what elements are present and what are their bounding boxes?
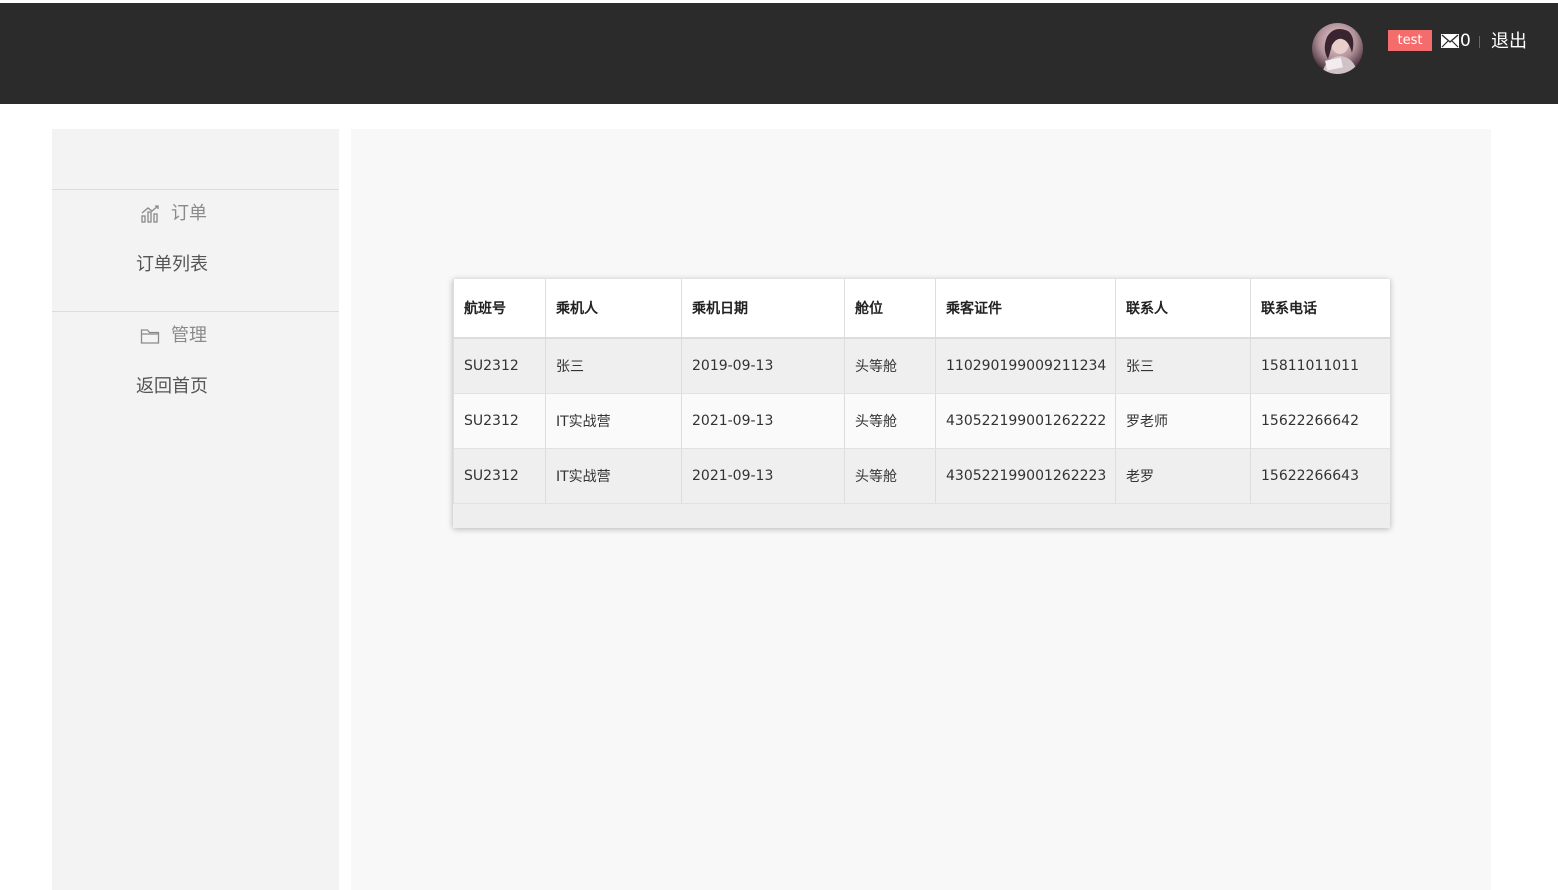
orders-table: 航班号 乘机人 乘机日期 舱位 乘客证件 联系人 联系电话 SU2312 张三 … bbox=[453, 279, 1391, 504]
table-row[interactable]: SU2312 IT实战营 2021-09-13 头等舱 430522199001… bbox=[453, 448, 1391, 504]
sidebar: 订单 订单列表 管理 返回首页 bbox=[52, 129, 339, 890]
table-cell: IT实战营 bbox=[545, 448, 682, 504]
table-cell: 头等舱 bbox=[844, 393, 936, 449]
table-cell: 头等舱 bbox=[844, 338, 936, 394]
column-header-contact: 联系人 bbox=[1115, 279, 1251, 339]
avatar-image-icon bbox=[1322, 29, 1358, 74]
table-cell: 头等舱 bbox=[844, 448, 936, 504]
orders-table-card: 航班号 乘机人 乘机日期 舱位 乘客证件 联系人 联系电话 SU2312 张三 … bbox=[453, 279, 1391, 528]
table-header-row: 航班号 乘机人 乘机日期 舱位 乘客证件 联系人 联系电话 bbox=[453, 279, 1391, 339]
top-header: test 0 退出 bbox=[0, 3, 1558, 104]
table-cell: 430522199001262222 bbox=[935, 393, 1116, 449]
sidebar-item-order-list[interactable]: 订单列表 bbox=[136, 250, 208, 280]
table-cell: SU2312 bbox=[453, 393, 546, 449]
table-cell: 张三 bbox=[1115, 338, 1251, 394]
main-content: 航班号 乘机人 乘机日期 舱位 乘客证件 联系人 联系电话 SU2312 张三 … bbox=[351, 129, 1491, 890]
header-divider bbox=[1479, 36, 1480, 48]
table-cell: 2021-09-13 bbox=[681, 448, 845, 504]
sidebar-group-label: 订单 bbox=[171, 203, 207, 224]
table-cell: 15811011011 bbox=[1250, 338, 1391, 394]
table-cell: 2021-09-13 bbox=[681, 393, 845, 449]
sidebar-divider bbox=[52, 189, 339, 190]
table-cell: 2019-09-13 bbox=[681, 338, 845, 394]
table-row[interactable]: SU2312 张三 2019-09-13 头等舱 110290199009211… bbox=[453, 338, 1391, 394]
message-count[interactable]: 0 bbox=[1460, 29, 1471, 53]
sidebar-divider bbox=[52, 311, 339, 312]
table-cell: 15622266642 bbox=[1250, 393, 1391, 449]
sidebar-item-back-home[interactable]: 返回首页 bbox=[136, 372, 208, 402]
table-cell: 110290199009211234 bbox=[935, 338, 1116, 394]
sidebar-group-label: 管理 bbox=[171, 325, 207, 346]
mail-icon[interactable] bbox=[1441, 34, 1459, 48]
table-cell: 老罗 bbox=[1115, 448, 1251, 504]
table-cell: 罗老师 bbox=[1115, 393, 1251, 449]
table-cell: 张三 bbox=[545, 338, 682, 394]
table-cell: SU2312 bbox=[453, 338, 546, 394]
table-cell: IT实战营 bbox=[545, 393, 682, 449]
bar-chart-icon bbox=[141, 205, 159, 223]
table-cell: 15622266643 bbox=[1250, 448, 1391, 504]
table-cell: 430522199001262223 bbox=[935, 448, 1116, 504]
logout-link[interactable]: 退出 bbox=[1491, 29, 1527, 55]
column-header-cabin: 舱位 bbox=[844, 279, 936, 339]
table-cell: SU2312 bbox=[453, 448, 546, 504]
user-avatar[interactable] bbox=[1312, 23, 1363, 74]
table-row[interactable]: SU2312 IT实战营 2021-09-13 头等舱 430522199001… bbox=[453, 393, 1391, 449]
column-header-flight-date: 乘机日期 bbox=[681, 279, 845, 339]
sidebar-group-manage[interactable]: 管理 bbox=[52, 321, 339, 351]
column-header-phone: 联系电话 bbox=[1250, 279, 1391, 339]
user-name-badge[interactable]: test bbox=[1388, 30, 1432, 51]
folder-icon bbox=[140, 329, 160, 344]
column-header-passenger: 乘机人 bbox=[545, 279, 682, 339]
column-header-passenger-id: 乘客证件 bbox=[935, 279, 1116, 339]
column-header-flight-no: 航班号 bbox=[453, 279, 546, 339]
sidebar-group-orders[interactable]: 订单 bbox=[52, 199, 339, 229]
